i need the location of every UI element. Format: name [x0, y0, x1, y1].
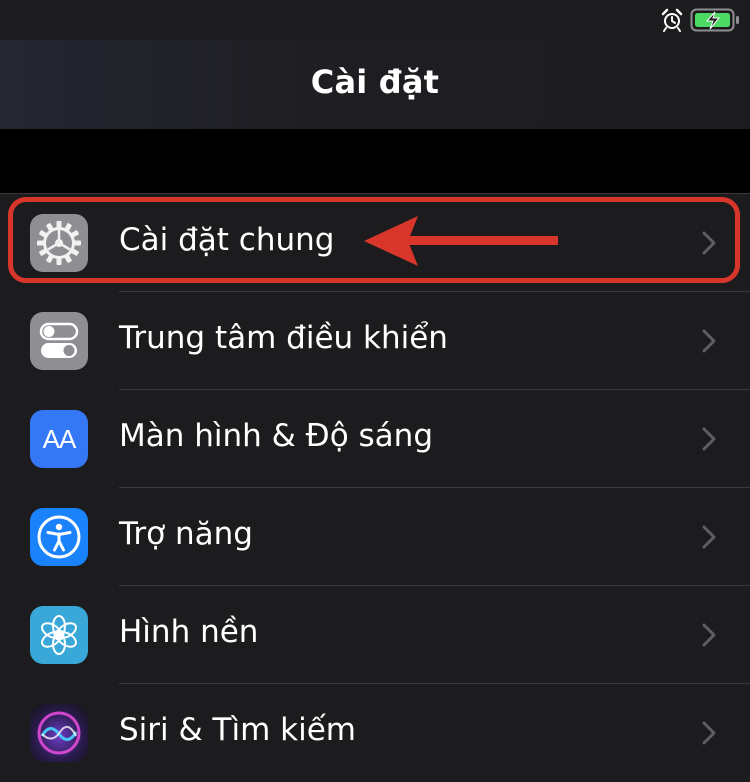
arrow-left-icon [364, 216, 558, 266]
chevron-right-icon [702, 623, 716, 647]
navigation-bar: Cài đặt [0, 40, 750, 129]
settings-item-control-center[interactable]: Trung tâm điều khiển [0, 292, 750, 390]
status-bar [0, 0, 750, 40]
settings-item-siri-search[interactable]: Siri & Tìm kiếm [0, 684, 750, 782]
settings-item-accessibility[interactable]: Trợ năng [0, 488, 750, 586]
section-spacer [0, 129, 750, 193]
chevron-right-icon [702, 427, 716, 451]
page-title: Cài đặt [310, 63, 440, 101]
settings-item-label: Màn hình & Độ sáng [119, 418, 433, 454]
battery-charging-icon [690, 8, 739, 32]
wallpaper-flower-icon [30, 606, 88, 664]
accessibility-icon [30, 508, 88, 566]
settings-item-display-brightness[interactable]: AA Màn hình & Độ sáng [0, 390, 750, 488]
settings-item-label: Siri & Tìm kiếm [119, 712, 356, 748]
text-size-icon: AA [30, 410, 88, 468]
settings-item-label: Trung tâm điều khiển [119, 320, 448, 356]
alarm-icon [661, 8, 683, 32]
chevron-right-icon [702, 721, 716, 745]
settings-item-label: Hình nền [119, 614, 259, 650]
chevron-right-icon [702, 329, 716, 353]
text-size-glyph: AA [42, 423, 77, 454]
settings-item-wallpaper[interactable]: Hình nền [0, 586, 750, 684]
toggles-icon [30, 312, 88, 370]
chevron-right-icon [702, 525, 716, 549]
siri-icon [30, 704, 88, 762]
settings-item-label: Trợ năng [119, 516, 253, 552]
